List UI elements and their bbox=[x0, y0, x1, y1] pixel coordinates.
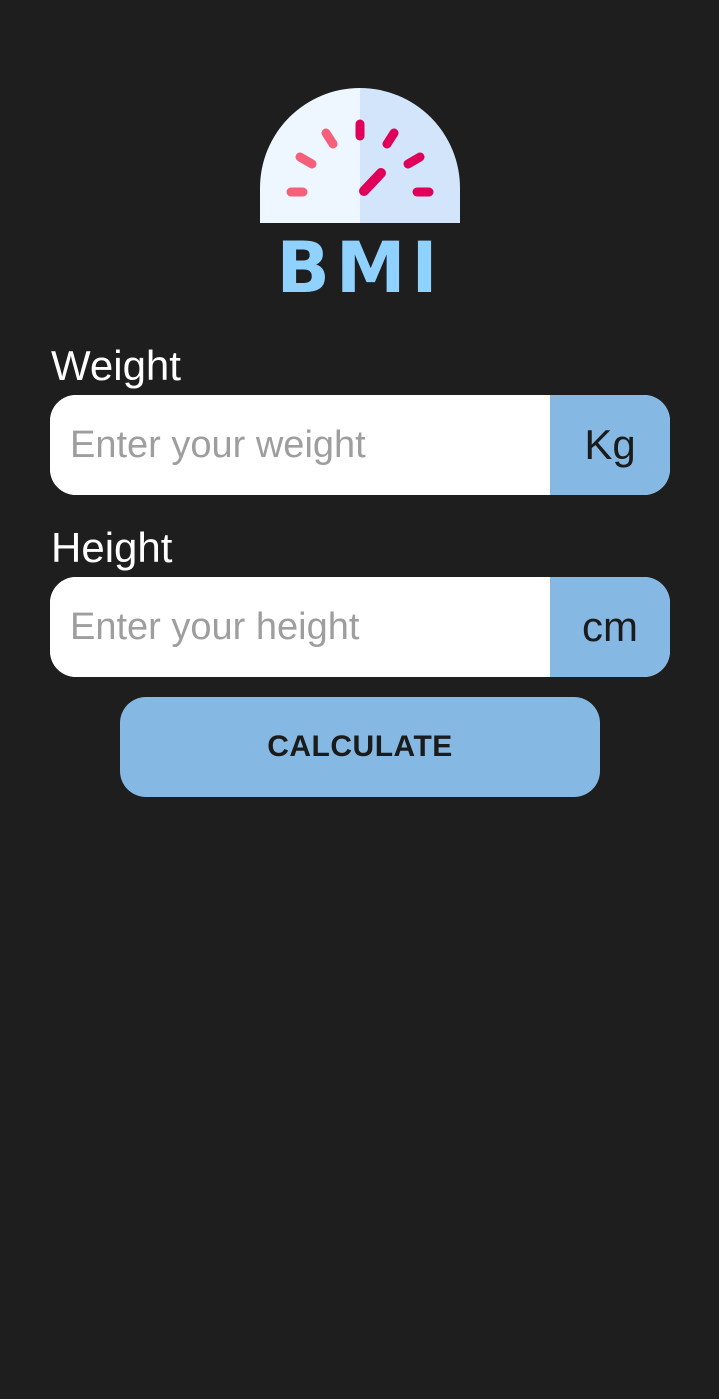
weight-unit: Kg bbox=[550, 395, 670, 495]
height-unit: cm bbox=[550, 577, 670, 677]
height-label: Height bbox=[51, 524, 173, 571]
calculate-button[interactable]: CALCULATE bbox=[120, 697, 600, 797]
bmi-gauge-icon: BMI bbox=[260, 88, 460, 303]
weight-label: Weight bbox=[51, 342, 181, 389]
height-field-row: cm bbox=[50, 577, 670, 677]
weight-input[interactable] bbox=[50, 395, 550, 495]
weight-field-row: Kg bbox=[50, 395, 670, 495]
bmi-logo: BMI bbox=[255, 88, 465, 303]
height-input[interactable] bbox=[50, 577, 550, 677]
bmi-logo-text: BMI bbox=[276, 227, 443, 303]
